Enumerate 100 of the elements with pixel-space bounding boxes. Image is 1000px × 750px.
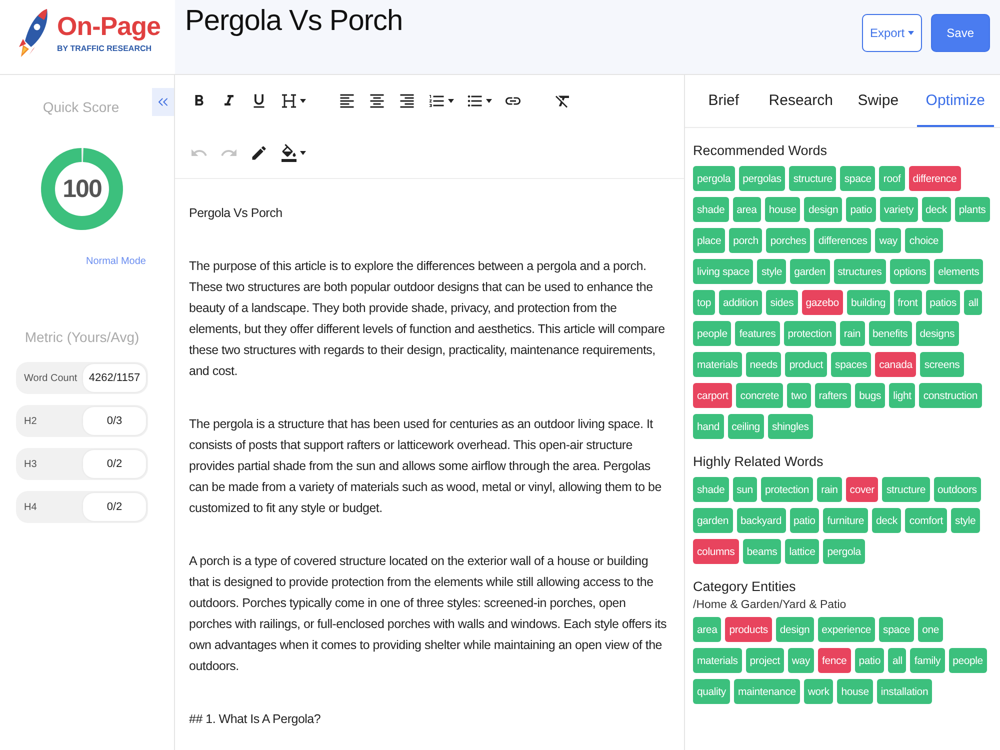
keyword-tag: differences [814, 228, 872, 253]
keyword-tag: two [786, 383, 811, 408]
keyword-tag: features [735, 321, 780, 346]
keyword-tag: lattice [785, 539, 820, 564]
keyword-tag: materials [693, 648, 742, 673]
keyword-tag: design [804, 197, 842, 222]
keyword-tag: family [910, 648, 945, 673]
keyword-tag: protection [760, 477, 814, 502]
keyword-tag: ceiling [728, 414, 764, 439]
keyword-tag: patio [790, 508, 820, 533]
keyword-tag: shade [693, 477, 729, 502]
keyword-tag: garden [790, 259, 830, 284]
keyword-tag: benefits [868, 321, 912, 346]
logo-name: On-Page [57, 12, 160, 40]
content-paragraph: The pergola is a structure that has been used for centuries as an outdoor living space. It consists of posts that support rafters or latticework overhead. This open-air structure provides partial shade from the sun and allows some airflow through the area. Pergolas can be made from a variety of materials such as wood, metal or vinyl, allowing them to be customized to fit any style or budget. [189, 416, 662, 517]
keyword-tag: backyard [736, 508, 786, 533]
score-value: 100 [62, 174, 102, 204]
keyword-tag: materials [693, 352, 742, 377]
caret-icon [486, 99, 492, 103]
mode-link[interactable]: Normal Mode [86, 256, 146, 268]
content-paragraph: The purpose of this article is to explore the differences between a pergola and a porch. These two structures are both popular outdoor designs that can be used to enhance the beauty of a landscape. They both provide shade, privacy, and protection from the elements, but they offer different levels of function and aesthetics. This article will compare these two structures with regards to their design, practicality, maintenance requirements, and cost. [189, 258, 666, 380]
keyword-tag: structure [882, 477, 930, 502]
keyword-tag: spaces [831, 352, 872, 377]
keyword-tag: people [948, 648, 987, 673]
keyword-tag: screens [920, 352, 964, 377]
keyword-tag: hand [693, 414, 724, 439]
keyword-tag: patio [854, 648, 884, 673]
keyword-tag: style [757, 259, 786, 284]
keyword-tag: rafters [814, 383, 852, 408]
metric-title: Metric (Yours/Avg) [24, 328, 140, 346]
category-path: /Home & Garden/Yard & Patio [693, 598, 848, 612]
metric-label: H2 [24, 416, 37, 426]
keyword-tag: pergolas [738, 166, 786, 191]
keyword-tag: product [785, 352, 828, 377]
keyword-tag: difference [908, 166, 961, 191]
panel-tab[interactable]: Research [762, 75, 840, 127]
keyword-tag: installation [876, 679, 932, 704]
keyword-tag: all [964, 290, 982, 315]
keyword-tag: living space [693, 259, 754, 284]
keyword-tag: outdoors [934, 477, 981, 502]
keyword-tag: front [894, 290, 922, 315]
keyword-tag: rain [840, 321, 865, 346]
keyword-tag: place [693, 228, 726, 253]
keyword-tag: structures [834, 259, 886, 284]
metric-value: 0/2 [83, 450, 146, 478]
keyword-tag: cover [846, 477, 878, 502]
paint-bucket-icon [280, 144, 298, 162]
keyword-tag: style [951, 508, 980, 533]
panel-tab[interactable]: Swipe [840, 75, 917, 127]
caret-icon [908, 31, 914, 35]
caret-icon [300, 99, 306, 103]
numbered-list-icon [428, 92, 446, 110]
keyword-tag: patio [846, 197, 876, 222]
content-title: Pergola Vs Porch [189, 205, 284, 222]
keyword-tag: choice [905, 228, 943, 253]
keyword-tag: fence [818, 648, 851, 673]
keyword-tag: experience [818, 617, 876, 642]
keyword-tag: needs [746, 352, 782, 377]
keyword-tag: sun [732, 477, 757, 502]
keyword-tag: quality [693, 679, 730, 704]
keyword-tag: protection [784, 321, 836, 346]
caret-icon [448, 99, 454, 103]
keyword-tag: shingles [768, 414, 813, 439]
keyword-tag: light [889, 383, 916, 408]
keyword-tag: elements [934, 259, 984, 284]
panel-tab[interactable]: Brief [685, 75, 762, 127]
keyword-tag: canada [875, 352, 916, 377]
metric-label: H3 [24, 458, 37, 470]
keyword-tag: way [875, 228, 902, 253]
panel-tab[interactable]: Optimize [916, 75, 994, 127]
keyword-tag: deck [922, 197, 951, 222]
keyword-tag: rain [817, 477, 842, 502]
keyword-tag: comfort [905, 508, 948, 533]
quick-score-label: Quick Score [42, 98, 120, 116]
save-button[interactable]: Save [930, 14, 990, 52]
metric-value: 4262/1157 [83, 364, 146, 392]
keyword-tag: structure [789, 166, 836, 191]
export-button[interactable]: Export [862, 14, 922, 52]
align-left-icon [338, 92, 356, 110]
keyword-tag: beams [742, 539, 782, 564]
keyword-tag: columns [693, 539, 739, 564]
logo-tagline: BY TRAFFIC RESEARCH [57, 44, 153, 54]
keyword-tag: products [725, 617, 772, 642]
keyword-tag: top [693, 290, 715, 315]
collapse-button[interactable] [152, 88, 174, 116]
keyword-tag: area [732, 197, 761, 222]
keyword-tag: pergola [823, 539, 865, 564]
keyword-tag: design [776, 617, 814, 642]
keyword-tag: variety [880, 197, 918, 222]
keyword-tag: options [890, 259, 930, 284]
keyword-tag: roof [879, 166, 905, 191]
keyword-tag: house [764, 197, 800, 222]
align-center-icon [368, 92, 386, 110]
metric-value: 0/3 [83, 407, 146, 435]
keyword-tag: area [693, 617, 722, 642]
keyword-tag: people [693, 321, 732, 346]
metric-label: Word Count [24, 372, 78, 384]
metric-value: 0/2 [83, 493, 146, 521]
align-right-icon [398, 92, 416, 110]
keyword-tag: space [879, 617, 914, 642]
